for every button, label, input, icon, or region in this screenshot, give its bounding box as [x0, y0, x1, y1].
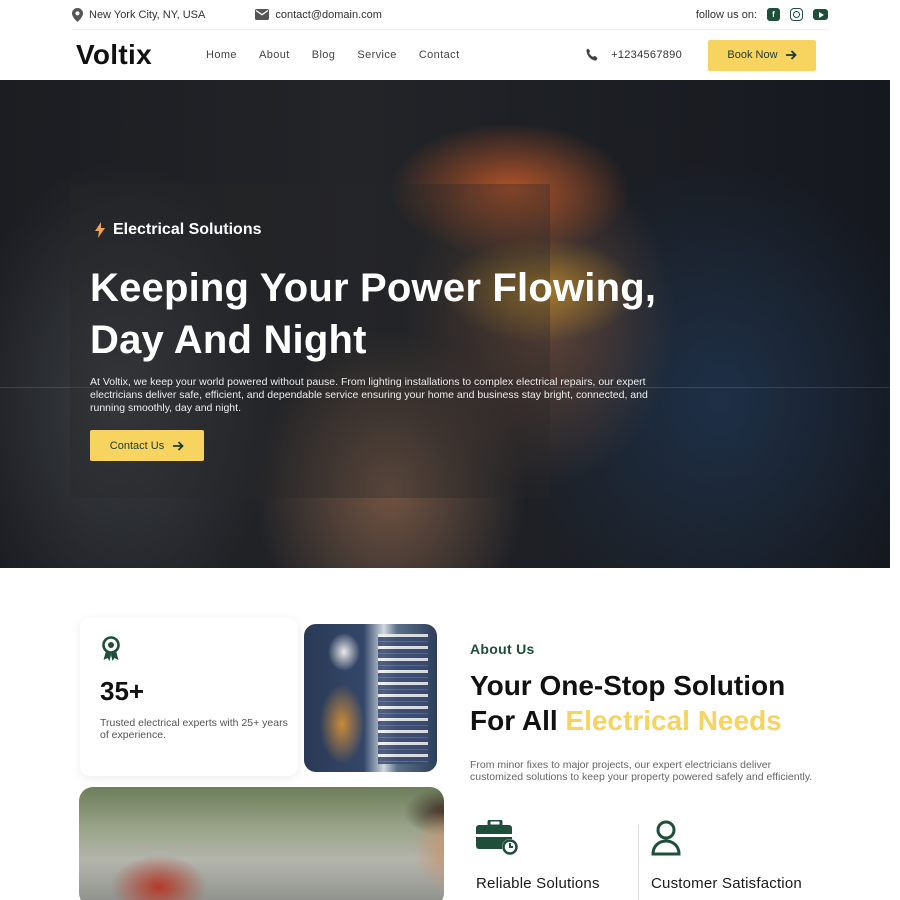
- phone-icon: [586, 48, 598, 61]
- award-ribbon-icon: [102, 636, 120, 661]
- book-now-button[interactable]: Book Now: [708, 39, 816, 71]
- about-title: Your One-Stop Solution For All Electrica…: [470, 668, 830, 738]
- experience-stat-card: 35+ Trusted electrical experts with 25+ …: [80, 618, 298, 776]
- user-icon: [651, 820, 681, 856]
- follow-label: follow us on:: [695, 8, 757, 21]
- contact-us-button[interactable]: Contact Us: [90, 430, 204, 461]
- nav-menu: Home About Blog Service Contact: [206, 49, 460, 61]
- nav-item-home[interactable]: Home: [206, 49, 237, 61]
- facebook-icon[interactable]: f: [767, 8, 780, 21]
- hero-title-line1: Keeping Your Power Flowing,: [90, 266, 657, 310]
- phone-number[interactable]: +1234567890: [611, 49, 682, 61]
- stat-description: Trusted electrical experts with 25+ year…: [100, 717, 288, 741]
- instagram-icon[interactable]: [790, 8, 803, 21]
- nav-item-about[interactable]: About: [259, 49, 290, 61]
- phone-info[interactable]: +1234567890: [585, 48, 682, 62]
- nav-item-contact[interactable]: Contact: [419, 49, 460, 61]
- envelope-icon: [255, 9, 270, 20]
- hero-title: Keeping Your Power Flowing, Day And Nigh…: [90, 262, 730, 366]
- logo[interactable]: Voltix: [76, 39, 206, 71]
- feature-reliable-solutions: Reliable Solutions: [476, 818, 600, 892]
- top-info-bar: New York City, NY, USA contact@domain.co…: [72, 0, 828, 30]
- email-info[interactable]: contact@domain.com: [255, 9, 382, 21]
- email-text[interactable]: contact@domain.com: [275, 9, 382, 21]
- stat-number: 35+: [100, 676, 145, 706]
- about-title-line1: Your One-Stop Solution: [470, 670, 786, 701]
- electrician-panel-photo: [304, 624, 437, 772]
- hero-description: At Voltix, we keep your world powered wi…: [90, 376, 648, 414]
- feature-label-satisfaction: Customer Satisfaction: [651, 875, 802, 892]
- about-title-line2: For All Electrical Needs: [470, 703, 830, 738]
- about-title-highlight: Electrical Needs: [565, 705, 782, 736]
- about-label: About Us: [470, 641, 535, 657]
- page: New York City, NY, USA contact@domain.co…: [0, 0, 900, 900]
- book-now-label: Book Now: [727, 49, 778, 61]
- arrow-right-icon: [785, 50, 797, 60]
- arrow-right-icon: [173, 440, 184, 451]
- feature-label-reliable: Reliable Solutions: [476, 875, 600, 892]
- about-description: From minor fixes to major projects, our …: [470, 759, 813, 783]
- youtube-icon[interactable]: [813, 9, 828, 20]
- smiling-electrician-photo: [79, 787, 444, 900]
- about-title-prefix: For All: [470, 705, 566, 736]
- briefcase-clock-icon: [476, 818, 518, 855]
- hero-section: Electrical Solutions Keeping Your Power …: [0, 80, 890, 568]
- social-links: follow us on: f: [696, 8, 828, 21]
- feature-customer-satisfaction: Customer Satisfaction: [651, 820, 802, 892]
- hero-tag-label: Electrical Solutions: [113, 221, 262, 238]
- main-nav: Voltix Home About Blog Service Contact +…: [72, 30, 828, 80]
- hero-title-line2: Day And Night: [90, 318, 367, 362]
- nav-item-blog[interactable]: Blog: [312, 49, 336, 61]
- contact-us-label: Contact Us: [109, 439, 165, 452]
- map-pin-icon: [72, 7, 83, 22]
- electrical-panel-graphic: [378, 634, 428, 764]
- location-text: New York City, NY, USA: [89, 8, 206, 21]
- location-info: New York City, NY, USA: [72, 7, 206, 22]
- nav-item-service[interactable]: Service: [357, 49, 396, 61]
- feature-divider: [638, 825, 639, 900]
- hero-tag: Electrical Solutions: [95, 221, 261, 239]
- lightning-bolt-icon: [95, 222, 105, 238]
